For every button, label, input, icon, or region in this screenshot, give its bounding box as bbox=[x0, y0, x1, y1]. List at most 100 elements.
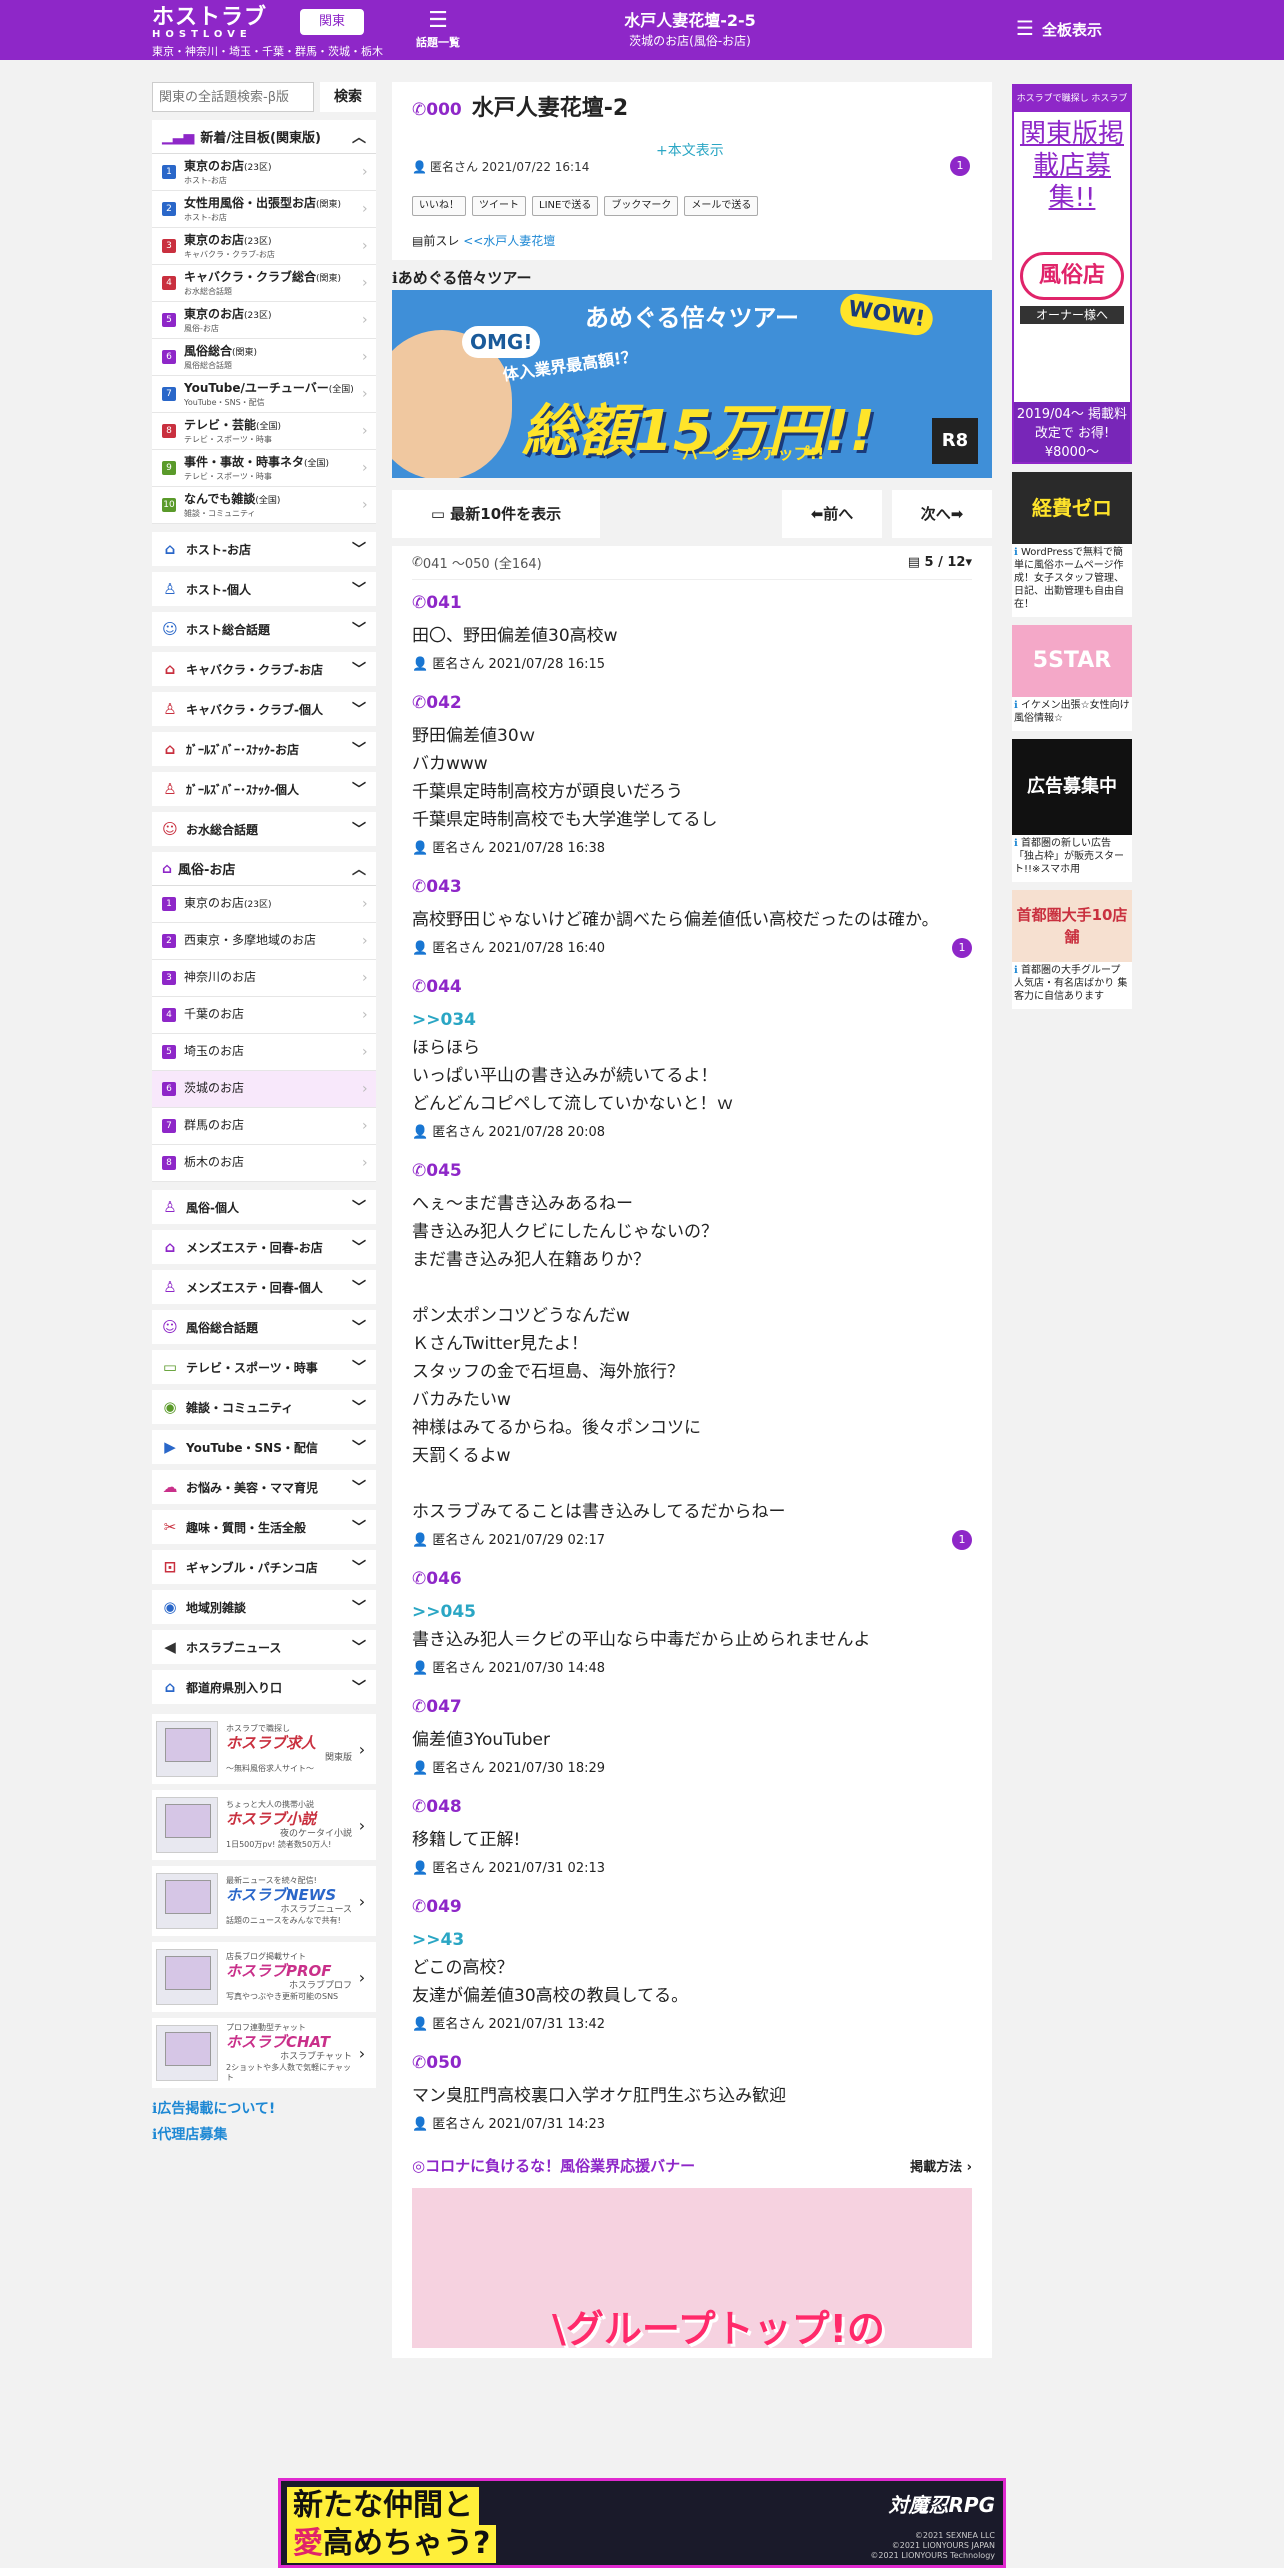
ad-metro[interactable]: 首都圏大手10店舗 ℹ 首都圏の大手グループ 人気店・有名店ばかり 集客力に自信… bbox=[1012, 890, 1132, 1009]
category-12[interactable]: ◀ ホスラブニュース ﹀ bbox=[152, 1630, 376, 1664]
category-4[interactable]: ☺ 風俗総合話題 ﹀ bbox=[152, 1310, 376, 1344]
next-page-button[interactable]: 次へ➡ bbox=[892, 490, 992, 538]
prev-thread-link[interactable]: <<水戸人妻花壇 bbox=[463, 234, 555, 248]
post-meta: 👤 匿名さん 2021/07/31 13:42 bbox=[412, 2014, 972, 2040]
ad-wordpress[interactable]: 経費ゼロ ℹ WordPressで無料で簡単に風俗ホームページ作成！女子スタッフ… bbox=[1012, 472, 1132, 617]
reply-count-badge[interactable]: 1 bbox=[952, 1530, 972, 1550]
tweet-button[interactable]: ツイート bbox=[472, 196, 526, 216]
prev-thread-label: 前スレ bbox=[423, 234, 460, 248]
category-10[interactable]: ⊡ ギャンブル・パチンコ店 ﹀ bbox=[152, 1550, 376, 1584]
post-number[interactable]: ✆050 bbox=[412, 2050, 972, 2076]
page-select[interactable]: ▤ 5 / 12▾ bbox=[908, 555, 972, 570]
listing-method-link[interactable]: 掲載方法 › bbox=[910, 2156, 972, 2175]
agency-link[interactable]: ℹ代理店募集 bbox=[152, 2122, 376, 2148]
post-041: ✆041 田〇、野田偏差値30高校w 👤 匿名さん 2021/07/28 16:15 bbox=[412, 580, 972, 680]
fuzoku-board-item[interactable]: 7 群馬のお店 › bbox=[152, 1108, 376, 1145]
category-7[interactable]: ▶ YouTube・SNS・配信 ﹀ bbox=[152, 1430, 376, 1464]
prev-page-button[interactable]: ⬅前へ bbox=[782, 490, 882, 538]
post-number[interactable]: ✆047 bbox=[412, 1694, 972, 1720]
board-item[interactable]: 9 事件・事故・時事ネタ(全国) テレビ・スポーツ・時事 › bbox=[152, 450, 376, 487]
category-icon: ♙ bbox=[163, 1278, 177, 1296]
region-button[interactable]: 関東 bbox=[300, 9, 364, 35]
search-button[interactable]: 検索 bbox=[320, 82, 376, 112]
fuzoku-board-item[interactable]: 6 茨城のお店 › bbox=[152, 1071, 376, 1108]
fuzoku-board-item[interactable]: 4 千葉のお店 › bbox=[152, 997, 376, 1034]
fuzoku-board-item[interactable]: 5 埼玉のお店 › bbox=[152, 1034, 376, 1071]
search-input[interactable] bbox=[152, 82, 314, 112]
category-1[interactable]: ♙ 風俗-個人 ﹀ bbox=[152, 1190, 376, 1224]
category-13[interactable]: ⌂ 都道府県別入り口 ﹀ bbox=[152, 1670, 376, 1704]
chevron-down-icon: ﹀ bbox=[352, 782, 366, 798]
post-reply-anchor[interactable]: >>034 bbox=[412, 1006, 972, 1034]
bookmark-button[interactable]: ブックマーク bbox=[604, 196, 679, 216]
new-boards-header[interactable]: ▁▃▅ 新着/注目板(関東版) ︿ bbox=[152, 120, 376, 154]
post-reply-anchor[interactable]: >>43 bbox=[412, 1926, 972, 1954]
board-item[interactable]: 10 なんでも雑談(全国) 雑談・コミュニティ › bbox=[152, 487, 376, 524]
corona-banner-image[interactable]: \グループトップ!の bbox=[412, 2188, 972, 2348]
board-item[interactable]: 7 YouTube/ユーチューバー(全国) YouTube・SNS・配信 › bbox=[152, 376, 376, 413]
category-5[interactable]: ♙ キャバクラ・クラブ-個人 ﹀ bbox=[152, 692, 376, 726]
category-5[interactable]: ▭ テレビ・スポーツ・時事 ﹀ bbox=[152, 1350, 376, 1384]
board-item[interactable]: 6 風俗総合(関東) 風俗総合話題 › bbox=[152, 339, 376, 376]
post-number[interactable]: ✆046 bbox=[412, 1566, 972, 1592]
promo-5[interactable]: プロフ連動型チャット ホスラブCHAT ホスラブチャット 2ショットや多人数で気軽にチ… bbox=[152, 2018, 376, 2088]
category-4[interactable]: ⌂ キャバクラ・クラブ-お店 ﹀ bbox=[152, 652, 376, 686]
board-item[interactable]: 2 女性用風俗・出張型お店(関東) ホスト-お店 › bbox=[152, 191, 376, 228]
reply-count-badge[interactable]: 1 bbox=[950, 156, 970, 176]
recruit-ad[interactable]: ホスラブで職探し ホスラブ求人 関東版掲載店募集!! 風俗店 オーナー様へ 20… bbox=[1012, 84, 1132, 464]
fuzoku-board-item[interactable]: 2 西東京・多摩地域のお店 › bbox=[152, 923, 376, 960]
topics-list-button[interactable]: ☰ 話題一覧 bbox=[412, 8, 464, 50]
post-number[interactable]: ✆041 bbox=[412, 590, 972, 616]
mail-share-button[interactable]: メールで送る bbox=[684, 196, 759, 216]
board-item[interactable]: 8 テレビ・芸能(全国) テレビ・スポーツ・時事 › bbox=[152, 413, 376, 450]
fuzoku-board-item[interactable]: 3 神奈川のお店 › bbox=[152, 960, 376, 997]
chevron-right-icon: › bbox=[362, 201, 368, 217]
category-2[interactable]: ♙ ホスト-個人 ﹀ bbox=[152, 572, 376, 606]
category-label: 地域別雑談 bbox=[186, 1600, 247, 1615]
fuzoku-header[interactable]: ⌂ 風俗-お店 ︿ bbox=[152, 852, 376, 886]
category-3[interactable]: ☺ ホスト総合話題 ﹀ bbox=[152, 612, 376, 646]
post-reply-anchor[interactable]: >>045 bbox=[412, 1598, 972, 1626]
promo-3[interactable]: 最新ニュースを続々配信! ホスラブNEWS ホスラブニュース 話題のニュースをみんなで… bbox=[152, 1866, 376, 1936]
ad-info-link[interactable]: ℹ広告掲載について! bbox=[152, 2096, 376, 2122]
fuzoku-board-item[interactable]: 1 東京のお店(23区) › bbox=[152, 886, 376, 923]
board-item[interactable]: 1 東京のお店(23区) ホスト-お店 › bbox=[152, 154, 376, 191]
fuzoku-board-item[interactable]: 8 栃木のお店 › bbox=[152, 1145, 376, 1182]
post-number[interactable]: ✆049 bbox=[412, 1894, 972, 1920]
post-number[interactable]: ✆043 bbox=[412, 874, 972, 900]
category-8[interactable]: ☺ お水総合話題 ﹀ bbox=[152, 812, 376, 846]
promo-2[interactable]: ちょっと大人の携帯小説 ホスラブ小説 夜のケータイ小説 1日500万pv! 読者数50… bbox=[152, 1790, 376, 1860]
category-7[interactable]: ♙ ｶﾞｰﾙｽﾞﾊﾞｰ･ｽﾅｯｸ-個人 ﹀ bbox=[152, 772, 376, 806]
board-item[interactable]: 4 キャバクラ・クラブ総合(関東) お水総合話題 › bbox=[152, 265, 376, 302]
site-logo[interactable]: ホストラブ HOSTLOVE bbox=[152, 6, 292, 40]
ad-exclusive[interactable]: 広告募集中 ℹ 首都圏の新しい広告「独占枠」が販売スタート!!※スマホ用 bbox=[1012, 739, 1132, 882]
category-11[interactable]: ◉ 地域別雑談 ﹀ bbox=[152, 1590, 376, 1624]
category-3[interactable]: ♙ メンズエステ・回春-個人 ﹀ bbox=[152, 1270, 376, 1304]
post-050: ✆050 マン臭肛門高校裏口入学オケ肛門生ぶち込み歓迎 👤 匿名さん 2021/07… bbox=[412, 2040, 972, 2140]
ad-5star[interactable]: 5STAR ℹ イケメン出張☆女性向け風俗情報☆ bbox=[1012, 625, 1132, 731]
promo-4[interactable]: 店長ブログ掲載サイト ホスラブPROF ホスラブプロフ 写真やつぶやき更新可能のSNS… bbox=[152, 1942, 376, 2012]
board-item[interactable]: 3 東京のお店(23区) キャバクラ・クラブ-お店 › bbox=[152, 228, 376, 265]
ad-banner[interactable]: OMG! WOW! あめぐる倍々ツアー 体入業界最高額!？ 総額15万円!! バ… bbox=[392, 290, 992, 478]
facebook-like-button[interactable]: いいね！ bbox=[412, 196, 466, 216]
op-number[interactable]: ✆000 bbox=[412, 100, 462, 120]
category-6[interactable]: ⌂ ｶﾞｰﾙｽﾞﾊﾞｰ･ｽﾅｯｸ-お店 ﹀ bbox=[152, 732, 376, 766]
chevron-down-icon: ﹀ bbox=[352, 1320, 366, 1336]
promo-1[interactable]: ホスラブで職探し ホスラブ求人 関東版 〜無料風俗求人サイト〜 › bbox=[152, 1714, 376, 1784]
board-item[interactable]: 5 東京のお店(23区) 風俗-お店 › bbox=[152, 302, 376, 339]
category-8[interactable]: ☁ お悩み・美容・ママ育児 ﹀ bbox=[152, 1470, 376, 1504]
reply-count-badge[interactable]: 1 bbox=[952, 938, 972, 958]
all-boards-button[interactable]: ☰ 全板表示 bbox=[1016, 16, 1102, 40]
post-number[interactable]: ✆044 bbox=[412, 974, 972, 1000]
category-6[interactable]: ◉ 雑談・コミュニティ ﹀ bbox=[152, 1390, 376, 1424]
category-2[interactable]: ⌂ メンズエステ・回春-お店 ﹀ bbox=[152, 1230, 376, 1264]
category-9[interactable]: ✂ 趣味・質問・生活全般 ﹀ bbox=[152, 1510, 376, 1544]
category-1[interactable]: ⌂ ホスト-お店 ﹀ bbox=[152, 532, 376, 566]
post-number[interactable]: ✆048 bbox=[412, 1794, 972, 1820]
footer-ad-banner[interactable]: 新たな仲間と 愛高めちゃう? 対魔忍RPG ©2021 SEXNEA LLC ©… bbox=[278, 2478, 1006, 2568]
show-body-link[interactable]: +本文表示 bbox=[656, 140, 724, 160]
post-number[interactable]: ✆042 bbox=[412, 690, 972, 716]
post-number[interactable]: ✆045 bbox=[412, 1158, 972, 1184]
line-share-button[interactable]: LINEで送る bbox=[532, 196, 599, 216]
latest-10-button[interactable]: ▭ 最新10件を表示 bbox=[392, 490, 600, 538]
